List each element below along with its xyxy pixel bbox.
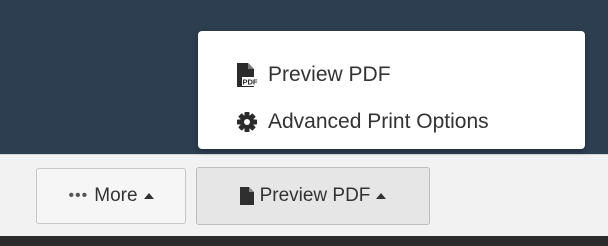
svg-text:PDF: PDF bbox=[243, 77, 258, 86]
menu-item-label: Preview PDF bbox=[268, 62, 391, 86]
ellipsis-icon: ••• bbox=[68, 187, 89, 204]
caret-up-icon bbox=[376, 193, 387, 199]
preview-pdf-button[interactable]: Preview PDF bbox=[196, 167, 430, 225]
caret-up-icon bbox=[143, 193, 154, 199]
preview-pdf-button-label: Preview PDF bbox=[259, 185, 371, 206]
menu-item-label: Advanced Print Options bbox=[268, 109, 489, 133]
menu-item-preview-pdf[interactable]: PDF Preview PDF bbox=[198, 51, 585, 98]
menu-item-advanced-print-options[interactable]: Advanced Print Options bbox=[198, 98, 585, 145]
file-icon bbox=[239, 187, 254, 205]
more-button-label: More bbox=[94, 185, 138, 206]
cog-icon bbox=[237, 111, 257, 132]
more-button[interactable]: ••• More bbox=[36, 168, 186, 224]
bottom-strip bbox=[0, 236, 608, 246]
pdf-file-icon: PDF bbox=[237, 62, 258, 87]
preview-dropdown-menu: PDF Preview PDF Advanced Print Options bbox=[198, 31, 585, 149]
